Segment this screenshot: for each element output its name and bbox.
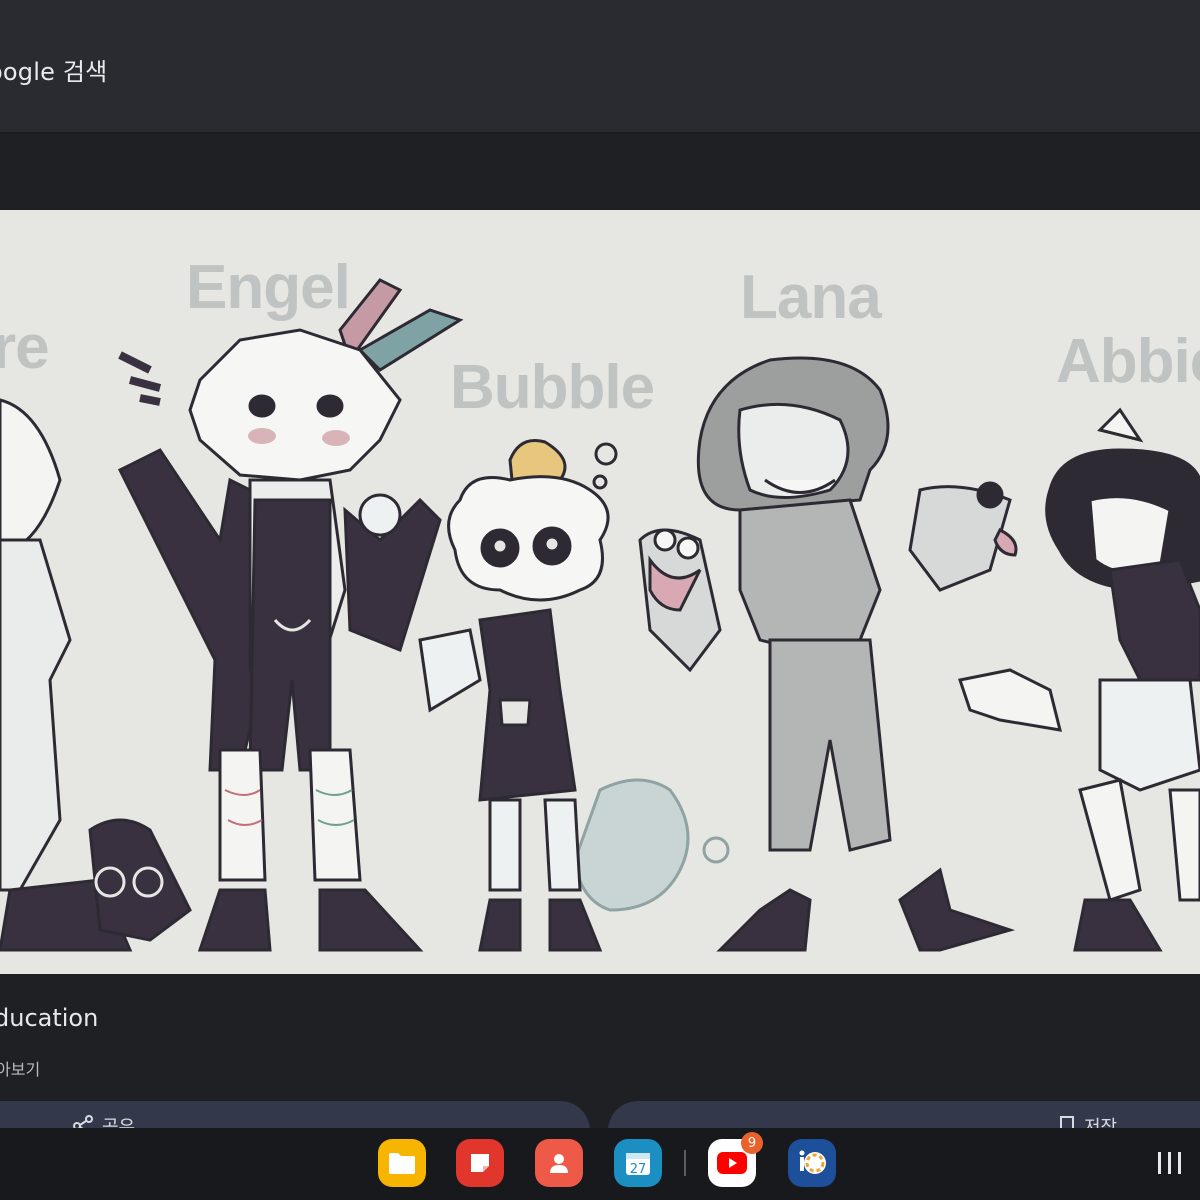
character-engel xyxy=(117,278,464,952)
browser-header: oogle 검색 xyxy=(0,0,1200,134)
name-bubble: Bubble xyxy=(450,353,654,422)
spacer xyxy=(0,134,1200,210)
recents-bar xyxy=(1168,1152,1171,1174)
result-source[interactable]: 아보기 xyxy=(0,1056,40,1080)
notification-badge: 9 xyxy=(741,1132,763,1154)
name-abbie: Abbie xyxy=(1056,327,1200,396)
page-title[interactable]: oogle 검색 xyxy=(0,52,107,87)
character-lineup-illustration: re Engel Bubble Lana Abbie xyxy=(0,253,1200,952)
files-app-icon[interactable] xyxy=(378,1139,426,1187)
recents-button[interactable] xyxy=(1158,1152,1181,1174)
result-title[interactable]: ducation xyxy=(0,1004,98,1032)
recents-bar xyxy=(1158,1152,1161,1174)
character-bubble xyxy=(418,439,730,952)
character-lana xyxy=(638,356,1018,952)
taskbar-divider xyxy=(684,1150,686,1176)
name-lana: Lana xyxy=(740,263,882,332)
notes-app-icon[interactable] xyxy=(456,1139,504,1187)
ibis-paint-app-icon[interactable] xyxy=(788,1139,836,1187)
name-engel: Engel xyxy=(186,253,350,322)
taskbar: 27 9 xyxy=(0,1128,1200,1200)
recents-bar xyxy=(1178,1152,1181,1174)
result-image[interactable]: re Engel Bubble Lana Abbie xyxy=(0,210,1200,974)
calendar-app-icon[interactable]: 27 xyxy=(614,1139,662,1187)
svg-text:27: 27 xyxy=(630,1162,647,1177)
name-re: re xyxy=(0,313,49,382)
contacts-app-icon[interactable] xyxy=(535,1139,583,1187)
